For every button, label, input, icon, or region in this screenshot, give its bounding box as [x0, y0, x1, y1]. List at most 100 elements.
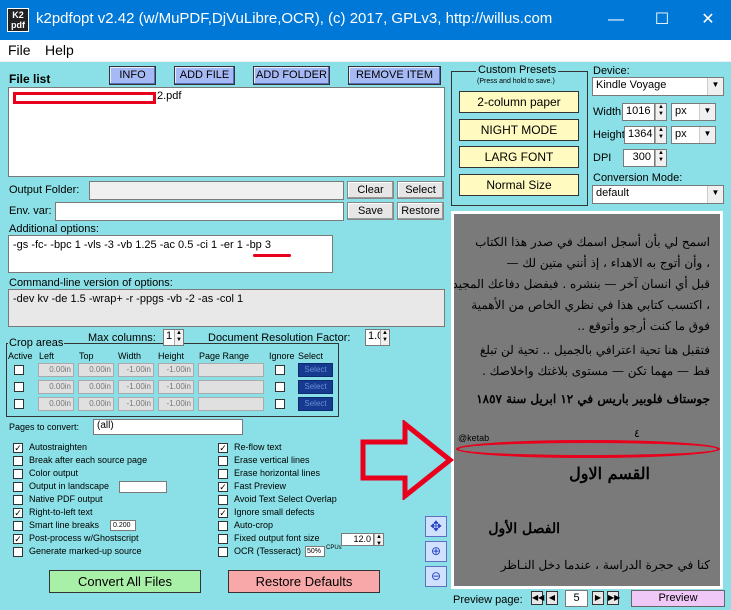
dpi-spinner[interactable]: ▲ ▼	[655, 149, 667, 167]
preset-normal-size[interactable]: Normal Size	[459, 174, 579, 196]
zoom-out-icon[interactable]: ⊖	[425, 566, 447, 587]
crop-select-button[interactable]: Select	[298, 363, 333, 377]
preset-2-column-paper[interactable]: 2-column paper	[459, 91, 579, 113]
doc-res-spinner[interactable]: 1.0 ▲ ▼	[365, 329, 390, 346]
option-label[interactable]: Fast Preview	[234, 481, 286, 491]
chevron-down-icon[interactable]: ▼	[707, 186, 723, 203]
conversion-mode-select[interactable]: default ▼	[592, 185, 724, 204]
font-size-spinner[interactable]: ▲ ▼	[374, 533, 384, 547]
maximize-button[interactable]: ☐	[639, 0, 685, 40]
crop-height-input[interactable]: -1.00in	[158, 380, 194, 394]
crop-top-input[interactable]: 0.00in	[78, 380, 114, 394]
preview-page-input[interactable]: 5	[565, 590, 588, 607]
preview-pane[interactable]: اسمح لي بأن أسجل اسمك في صدر هذا الكتاب …	[451, 211, 723, 589]
option-checkbox[interactable]: ✓	[218, 482, 228, 492]
dpi-input[interactable]: 300	[623, 149, 655, 167]
crop-left-input[interactable]: 0.00in	[38, 363, 74, 377]
preset-larg-font[interactable]: LARG FONT	[459, 146, 579, 168]
env-var-save-button[interactable]: Save	[347, 202, 394, 220]
env-var-restore-button[interactable]: Restore	[397, 202, 444, 220]
crop-height-input[interactable]: -1.00in	[158, 397, 194, 411]
crop-page-range-input[interactable]	[198, 380, 264, 394]
option-label[interactable]: Smart line breaks	[29, 520, 99, 530]
crop-width-input[interactable]: -1.00in	[118, 397, 154, 411]
file-list-item[interactable]: 2.pdf	[157, 90, 181, 102]
option-label[interactable]: Ignore small defects	[234, 507, 315, 517]
menu-help[interactable]: Help	[45, 42, 74, 58]
crop-active-checkbox[interactable]	[14, 382, 24, 392]
option-checkbox[interactable]: ✓	[13, 534, 23, 544]
option-checkbox[interactable]	[218, 495, 228, 505]
landscape-extra-input[interactable]	[119, 481, 167, 493]
spinner-arrows-icon[interactable]: ▲ ▼	[374, 534, 383, 547]
height-unit-select[interactable]: px ▼	[671, 126, 716, 144]
option-label[interactable]: Autostraighten	[29, 442, 87, 452]
add-folder-button[interactable]: ADD FOLDER	[253, 66, 330, 85]
preset-night-mode[interactable]: NIGHT MODE	[459, 119, 579, 141]
output-folder-select-button[interactable]: Select	[397, 181, 444, 199]
option-checkbox[interactable]	[218, 521, 228, 531]
option-label[interactable]: Avoid Text Select Overlap	[234, 494, 337, 504]
chevron-down-icon[interactable]: ▼	[707, 78, 723, 95]
max-columns-spinner[interactable]: 1 ▲ ▼	[163, 329, 184, 346]
option-label[interactable]: OCR (Tesseract)	[234, 546, 301, 556]
crop-page-range-input[interactable]	[198, 363, 264, 377]
option-checkbox[interactable]	[218, 469, 228, 479]
option-label[interactable]: Output in landscape	[29, 481, 109, 491]
option-checkbox[interactable]	[13, 521, 23, 531]
smart-line-breaks-input[interactable]: 0.200	[110, 520, 136, 531]
crop-ignore-checkbox[interactable]	[275, 365, 285, 375]
convert-all-files-button[interactable]: Convert All Files	[49, 570, 201, 593]
option-label[interactable]: Color output	[29, 468, 78, 478]
option-label[interactable]: Auto-crop	[234, 520, 273, 530]
option-label[interactable]: Post-process w/Ghostscript	[29, 533, 139, 543]
crop-top-input[interactable]: 0.00in	[78, 397, 114, 411]
option-checkbox[interactable]: ✓	[218, 508, 228, 518]
option-checkbox[interactable]	[13, 495, 23, 505]
crop-active-checkbox[interactable]	[14, 399, 24, 409]
option-checkbox[interactable]	[13, 547, 23, 557]
move-icon[interactable]: ✥	[425, 516, 447, 537]
spinner-arrows-icon[interactable]: ▲ ▼	[655, 127, 666, 143]
info-button[interactable]: INFO	[109, 66, 156, 85]
spinner-arrows-icon[interactable]: ▲ ▼	[655, 150, 666, 166]
option-checkbox[interactable]	[13, 469, 23, 479]
option-label[interactable]: Erase horizontal lines	[234, 468, 320, 478]
crop-select-button[interactable]: Select	[298, 380, 333, 394]
crop-height-input[interactable]: -1.00in	[158, 363, 194, 377]
first-page-icon[interactable]: ◀◀	[531, 591, 544, 605]
width-input[interactable]: 1016	[622, 103, 655, 121]
spinner-arrows-icon[interactable]: ▲ ▼	[380, 330, 389, 345]
crop-page-range-input[interactable]	[198, 397, 264, 411]
option-label[interactable]: Native PDF output	[29, 494, 103, 504]
file-list-box[interactable]: 2.pdf	[8, 87, 445, 177]
height-input[interactable]: 1364	[624, 126, 655, 144]
width-spinner[interactable]: ▲ ▼	[655, 103, 667, 121]
font-size-input[interactable]: 12.0	[341, 533, 374, 546]
crop-left-input[interactable]: 0.00in	[38, 397, 74, 411]
output-folder-clear-button[interactable]: Clear	[347, 181, 394, 199]
add-file-button[interactable]: ADD FILE	[174, 66, 235, 85]
ocr-cpu-input[interactable]: 50%	[305, 546, 325, 557]
option-label[interactable]: Right-to-left text	[29, 507, 93, 517]
crop-active-checkbox[interactable]	[14, 365, 24, 375]
option-checkbox[interactable]	[218, 534, 228, 544]
width-unit-select[interactable]: px ▼	[671, 103, 716, 121]
remove-item-button[interactable]: REMOVE ITEM	[348, 66, 441, 85]
option-label[interactable]: Fixed output font size	[234, 533, 320, 543]
device-select[interactable]: Kindle Voyage ▼	[592, 77, 724, 96]
menu-file[interactable]: File	[8, 42, 31, 58]
minimize-button[interactable]: —	[593, 0, 639, 40]
crop-ignore-checkbox[interactable]	[275, 399, 285, 409]
option-label[interactable]: Erase vertical lines	[234, 455, 310, 465]
zoom-in-icon[interactable]: ⊕	[425, 541, 447, 562]
next-page-icon[interactable]: ▶	[592, 591, 604, 605]
crop-width-input[interactable]: -1.00in	[118, 380, 154, 394]
pages-to-convert-input[interactable]: (all)	[93, 419, 243, 435]
output-folder-input[interactable]	[89, 181, 344, 200]
crop-left-input[interactable]: 0.00in	[38, 380, 74, 394]
chevron-down-icon[interactable]: ▼	[699, 127, 715, 143]
option-checkbox[interactable]	[13, 482, 23, 492]
option-label[interactable]: Generate marked-up source	[29, 546, 142, 556]
option-checkbox[interactable]	[13, 456, 23, 466]
